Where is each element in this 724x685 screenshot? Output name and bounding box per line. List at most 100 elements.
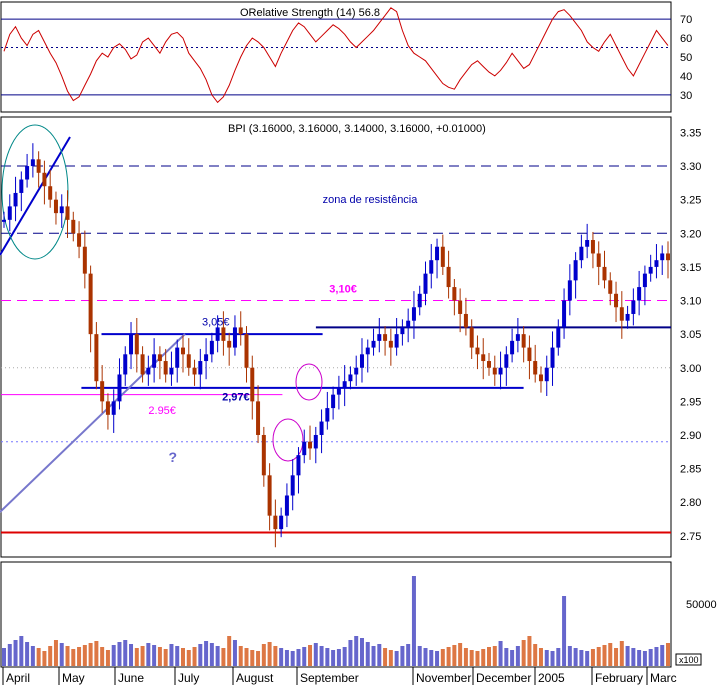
volume-bar bbox=[2, 648, 6, 666]
price-bar-body bbox=[631, 300, 636, 314]
volume-bar bbox=[538, 648, 543, 666]
price-bar-body bbox=[521, 334, 526, 348]
price-bar-body bbox=[406, 320, 411, 328]
volume-bar bbox=[198, 644, 203, 666]
price-bar-body bbox=[452, 287, 457, 301]
price-bar-body bbox=[65, 206, 70, 220]
price-bar-body bbox=[313, 434, 318, 449]
price-bar-body bbox=[19, 179, 24, 193]
price-bar-body bbox=[180, 347, 185, 355]
volume-bar bbox=[140, 646, 145, 666]
volume-bar bbox=[302, 647, 307, 666]
volume-bar bbox=[227, 636, 232, 666]
volume-bar bbox=[585, 651, 590, 666]
volume-bar bbox=[342, 647, 347, 666]
volume-bar bbox=[163, 649, 168, 666]
price-bar-body bbox=[342, 381, 347, 388]
volume-bar bbox=[619, 641, 624, 666]
volume-bar bbox=[481, 649, 486, 666]
volume-bar bbox=[279, 648, 284, 666]
volume-bar bbox=[458, 643, 463, 666]
price-bar-body bbox=[192, 367, 197, 375]
volume-bar bbox=[105, 650, 110, 666]
x-axis-label: July bbox=[178, 671, 199, 685]
x-axis-label: April bbox=[6, 671, 30, 685]
price-bar-body bbox=[308, 441, 313, 449]
price-bar-body bbox=[527, 347, 532, 362]
volume-bar bbox=[388, 650, 393, 666]
volume-bar bbox=[660, 645, 665, 666]
price-bar-body bbox=[562, 300, 567, 328]
price-bar-body bbox=[510, 340, 515, 355]
volume-bar bbox=[510, 650, 515, 666]
volume-bar bbox=[567, 646, 572, 666]
price-bar-body bbox=[371, 340, 376, 348]
price-bar-body bbox=[400, 327, 405, 335]
volume-bar bbox=[53, 640, 58, 666]
volume-bar bbox=[394, 651, 399, 666]
price-bar-body bbox=[256, 401, 261, 435]
price-bar-body bbox=[77, 233, 82, 247]
price-bar-body bbox=[290, 475, 295, 496]
price-bar-body bbox=[296, 455, 301, 476]
price-bar-body bbox=[354, 367, 359, 375]
price-bar-body bbox=[209, 340, 214, 355]
price-bar-body bbox=[487, 361, 492, 368]
price-bar-body bbox=[585, 240, 590, 247]
volume-bar bbox=[30, 646, 35, 666]
volume-bar bbox=[221, 648, 226, 666]
chart-canvas: ORelative Strength (14) 56.8 3040506070 … bbox=[0, 1, 717, 685]
volume-bar bbox=[146, 643, 151, 666]
price-bar-body bbox=[140, 354, 145, 375]
volume-bar bbox=[631, 648, 636, 666]
price-bar-body bbox=[567, 280, 572, 301]
volume-bar bbox=[515, 646, 520, 666]
volume-bar bbox=[544, 650, 549, 666]
volume-bar bbox=[186, 650, 191, 666]
x-axis-label: November bbox=[416, 671, 471, 685]
volume-bar bbox=[204, 641, 209, 666]
price-panel: BPI (3.16000, 3.16000, 3.14000, 3.16000,… bbox=[0, 116, 701, 558]
volume-bar bbox=[446, 647, 451, 666]
price-bar-body bbox=[94, 334, 99, 382]
price-bar-body bbox=[365, 347, 370, 355]
price-annotation: 2,97€ bbox=[222, 392, 250, 404]
volume-bar bbox=[232, 640, 237, 666]
price-bar-body bbox=[244, 334, 249, 368]
volume-bar bbox=[371, 646, 376, 666]
price-bar-body bbox=[325, 408, 330, 422]
volume-bar bbox=[244, 648, 249, 666]
volume-bar bbox=[209, 643, 214, 666]
price-bar-body bbox=[423, 273, 428, 294]
price-bar-body bbox=[550, 347, 555, 368]
volume-bar bbox=[267, 642, 272, 666]
volume-bar bbox=[602, 645, 607, 666]
volume-bar bbox=[648, 649, 653, 666]
price-bar-body bbox=[134, 334, 139, 355]
price-bar-body bbox=[215, 327, 220, 341]
price-ytick-label: 3.25 bbox=[680, 195, 701, 207]
price-bar-body bbox=[504, 354, 509, 368]
price-bar-body bbox=[458, 300, 463, 314]
rsi-ytick-label: 50 bbox=[680, 52, 692, 64]
volume-ytick-label: 50000 bbox=[686, 599, 717, 611]
volume-bar bbox=[284, 650, 289, 666]
price-bar-body bbox=[666, 253, 670, 261]
price-bar-body bbox=[625, 313, 630, 321]
x-axis-label: Marc bbox=[650, 671, 677, 685]
price-ytick-label: 2.80 bbox=[680, 497, 701, 509]
price-ytick-label: 3.35 bbox=[680, 127, 701, 139]
price-bar-body bbox=[284, 495, 289, 516]
volume-bar bbox=[406, 644, 411, 666]
price-bar-body bbox=[175, 347, 180, 368]
volume-bar bbox=[429, 650, 434, 666]
price-bar-body bbox=[642, 273, 647, 288]
volume-bar bbox=[590, 649, 595, 666]
volume-bar bbox=[169, 644, 174, 666]
x-axis-label: May bbox=[62, 671, 85, 685]
price-ytick-label: 3.30 bbox=[680, 161, 701, 173]
price-bar-body bbox=[417, 293, 422, 308]
volume-bar bbox=[654, 647, 659, 666]
price-annotation: ? bbox=[169, 449, 178, 465]
price-bar-body bbox=[319, 421, 324, 435]
